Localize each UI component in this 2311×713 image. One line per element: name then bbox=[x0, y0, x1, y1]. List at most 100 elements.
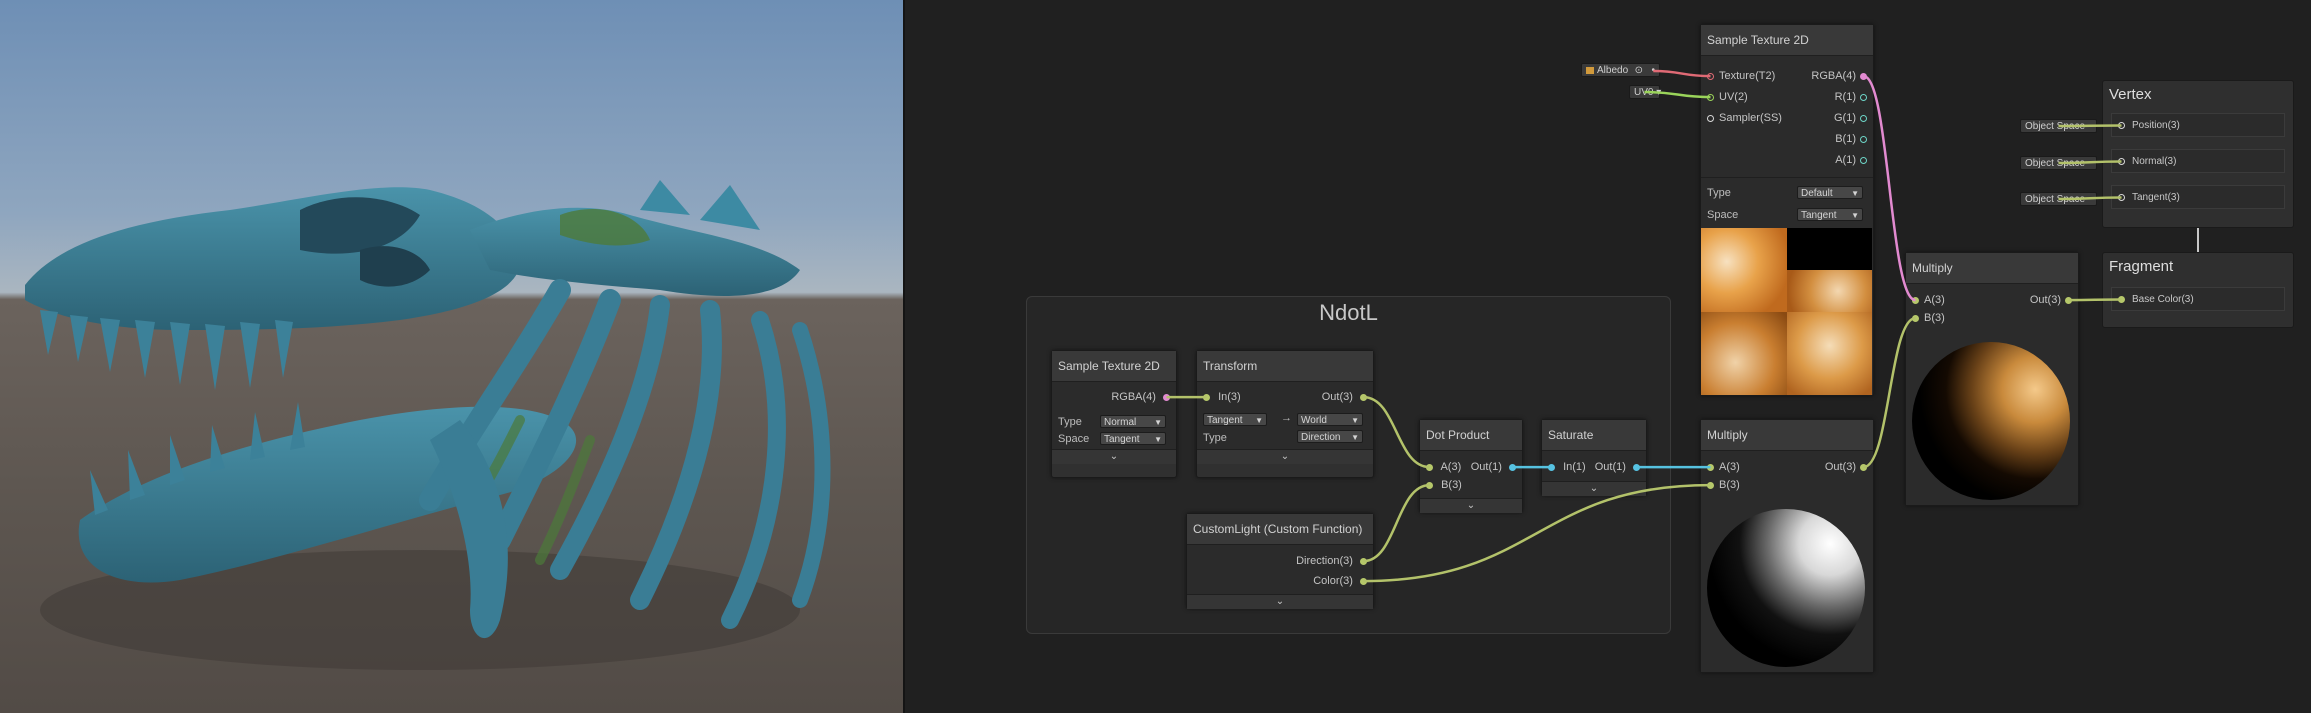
shader-graph-canvas[interactable]: NdotL Sample Texture 2D RGBA(4) Type Nor… bbox=[905, 0, 2311, 713]
node-title: Transform bbox=[1197, 351, 1373, 382]
dot-product-node[interactable]: Dot Product A(3) B(3) Out(1) ⌄ bbox=[1419, 419, 1523, 513]
custom-light-node[interactable]: CustomLight (Custom Function) Direction(… bbox=[1186, 513, 1374, 609]
input-port-texture[interactable] bbox=[1707, 72, 1714, 80]
from-space-dropdown[interactable]: Tangent ▼ bbox=[1203, 413, 1267, 426]
output-port-out[interactable] bbox=[2065, 296, 2072, 304]
input-port-position[interactable] bbox=[2118, 122, 2125, 129]
space-dropdown[interactable]: Tangent ▼ bbox=[1100, 432, 1166, 445]
type-dropdown[interactable]: Direction ▼ bbox=[1297, 430, 1363, 443]
port-label-out: Out(3) bbox=[1824, 461, 1856, 473]
node-title: Multiply bbox=[1906, 253, 2078, 284]
slot-label: Tangent(3) bbox=[2132, 192, 2180, 203]
port-label-b: B(1) bbox=[1835, 133, 1856, 145]
fragment-slot-base-color[interactable]: Base Color(3) bbox=[2111, 287, 2285, 311]
space-label: Object Space bbox=[2025, 158, 2086, 169]
type-dropdown[interactable]: Normal ▼ bbox=[1100, 415, 1166, 428]
transform-node[interactable]: Transform In(3) Out(3) Tangent ▼ → World ▼… bbox=[1196, 350, 1374, 478]
link-dot-icon: • bbox=[1651, 65, 1655, 76]
node-title: Sample Texture 2D bbox=[1701, 25, 1873, 56]
input-port-uv[interactable] bbox=[1707, 93, 1714, 101]
vertex-slot-tangent[interactable]: Tangent(3) bbox=[2111, 185, 2285, 209]
node-title: Dot Product bbox=[1420, 420, 1522, 451]
input-port-b[interactable] bbox=[1707, 481, 1714, 489]
uv-channel-dropdown[interactable]: UV0 ▾ bbox=[1629, 85, 1661, 99]
output-port-r[interactable] bbox=[1860, 93, 1867, 101]
tangent-space-field[interactable]: Object Space bbox=[2020, 192, 2097, 206]
texture-icon bbox=[1586, 66, 1594, 74]
input-port-a[interactable] bbox=[1912, 296, 1919, 304]
output-port-rgba[interactable] bbox=[1860, 72, 1867, 80]
dinosaur-skull-model bbox=[25, 180, 831, 670]
fragment-context[interactable]: Fragment Base Color(3) bbox=[2102, 252, 2294, 328]
albedo-texture-preview bbox=[1701, 228, 1872, 395]
output-port-out[interactable] bbox=[1360, 393, 1367, 401]
output-port-g[interactable] bbox=[1860, 114, 1867, 122]
expand-chevron-icon[interactable]: ⌄ bbox=[1052, 449, 1176, 464]
input-port-b[interactable] bbox=[1426, 481, 1433, 489]
input-port-a[interactable] bbox=[1707, 463, 1714, 471]
port-label-out: Out(3) bbox=[1321, 391, 1353, 403]
fragment-title: Fragment bbox=[2109, 258, 2174, 275]
expand-chevron-icon[interactable]: ⌄ bbox=[1187, 594, 1373, 609]
space-label: Space bbox=[1707, 209, 1739, 221]
space-value: Tangent bbox=[1801, 210, 1837, 221]
output-port-rgba[interactable] bbox=[1163, 393, 1170, 401]
vertex-context[interactable]: Vertex Position(3) Normal(3) Tangent(3) bbox=[2102, 80, 2294, 228]
scene-viewport[interactable] bbox=[0, 0, 903, 713]
arrow-icon: → bbox=[1281, 412, 1292, 424]
output-port-a[interactable] bbox=[1860, 156, 1867, 164]
expand-chevron-icon[interactable]: ⌄ bbox=[1197, 449, 1373, 464]
port-label-rgba: RGBA(4) bbox=[1811, 70, 1856, 82]
space-dropdown[interactable]: Tangent ▼ bbox=[1797, 208, 1863, 221]
input-port-tangent[interactable] bbox=[2118, 194, 2125, 201]
port-label-direction: Direction(3) bbox=[1296, 555, 1353, 567]
space-label: Object Space bbox=[2025, 194, 2086, 205]
dropdown-caret-icon: ▼ bbox=[1154, 418, 1162, 427]
dropdown-caret-icon: ▼ bbox=[1351, 416, 1359, 425]
port-label-in: In(3) bbox=[1218, 391, 1241, 403]
target-icon[interactable]: ⊙ bbox=[1635, 64, 1643, 78]
port-label-a: A(3) bbox=[1719, 461, 1740, 473]
output-port-color[interactable] bbox=[1360, 577, 1367, 585]
input-port-normal[interactable] bbox=[2118, 158, 2125, 165]
space-label: Object Space bbox=[2025, 121, 2086, 132]
group-title[interactable]: NdotL bbox=[1027, 300, 1670, 326]
to-space-dropdown[interactable]: World ▼ bbox=[1297, 413, 1363, 426]
output-port-out[interactable] bbox=[1509, 463, 1516, 471]
input-port-b[interactable] bbox=[1912, 314, 1919, 322]
sample-texture-node-albedo[interactable]: Sample Texture 2D Texture(T2) UV(2) Samp… bbox=[1700, 24, 1874, 396]
output-port-out[interactable] bbox=[1860, 463, 1867, 471]
input-port-sampler[interactable] bbox=[1707, 114, 1714, 122]
sample-texture-node-normal[interactable]: Sample Texture 2D RGBA(4) Type Normal ▼ S… bbox=[1051, 350, 1177, 478]
dropdown-caret-icon: ▼ bbox=[1851, 189, 1859, 198]
vertex-slot-position[interactable]: Position(3) bbox=[2111, 113, 2285, 137]
multiply-node-bottom[interactable]: Multiply A(3) B(3) Out(3) bbox=[1700, 419, 1874, 673]
port-label-sampler: Sampler(SS) bbox=[1719, 112, 1782, 124]
type-dropdown[interactable]: Default ▼ bbox=[1797, 186, 1863, 199]
saturate-node[interactable]: Saturate In(1) Out(1) ⌄ bbox=[1541, 419, 1647, 496]
input-port-in[interactable] bbox=[1548, 463, 1555, 471]
port-label-a: A(3) bbox=[1440, 461, 1462, 473]
albedo-texture-field[interactable]: Albedo ⊙ • bbox=[1581, 63, 1660, 77]
port-label-rgba: RGBA(4) bbox=[1111, 391, 1156, 403]
output-port-b[interactable] bbox=[1860, 135, 1867, 143]
normal-space-field[interactable]: Object Space bbox=[2020, 156, 2097, 170]
slot-label: Normal(3) bbox=[2132, 156, 2177, 167]
expand-chevron-icon[interactable]: ⌄ bbox=[1420, 498, 1522, 513]
position-space-field[interactable]: Object Space bbox=[2020, 119, 2097, 133]
multiply-node-right[interactable]: Multiply A(3) B(3) Out(3) bbox=[1905, 252, 2079, 506]
input-port-base-color[interactable] bbox=[2118, 296, 2125, 303]
input-port-a[interactable] bbox=[1426, 463, 1433, 471]
albedo-label: Albedo bbox=[1597, 65, 1629, 76]
output-port-direction[interactable] bbox=[1360, 557, 1367, 565]
vertex-slot-normal[interactable]: Normal(3) bbox=[2111, 149, 2285, 173]
port-label-color: Color(3) bbox=[1313, 575, 1353, 587]
port-label-g: G(1) bbox=[1834, 112, 1856, 124]
port-label-r: R(1) bbox=[1834, 91, 1856, 103]
expand-chevron-icon[interactable]: ⌄ bbox=[1542, 481, 1646, 496]
to-space-value: World bbox=[1301, 415, 1327, 426]
input-port-in[interactable] bbox=[1203, 393, 1210, 401]
vertex-title: Vertex bbox=[2109, 86, 2152, 103]
space-label: Space bbox=[1058, 433, 1090, 445]
output-port-out[interactable] bbox=[1633, 463, 1640, 471]
